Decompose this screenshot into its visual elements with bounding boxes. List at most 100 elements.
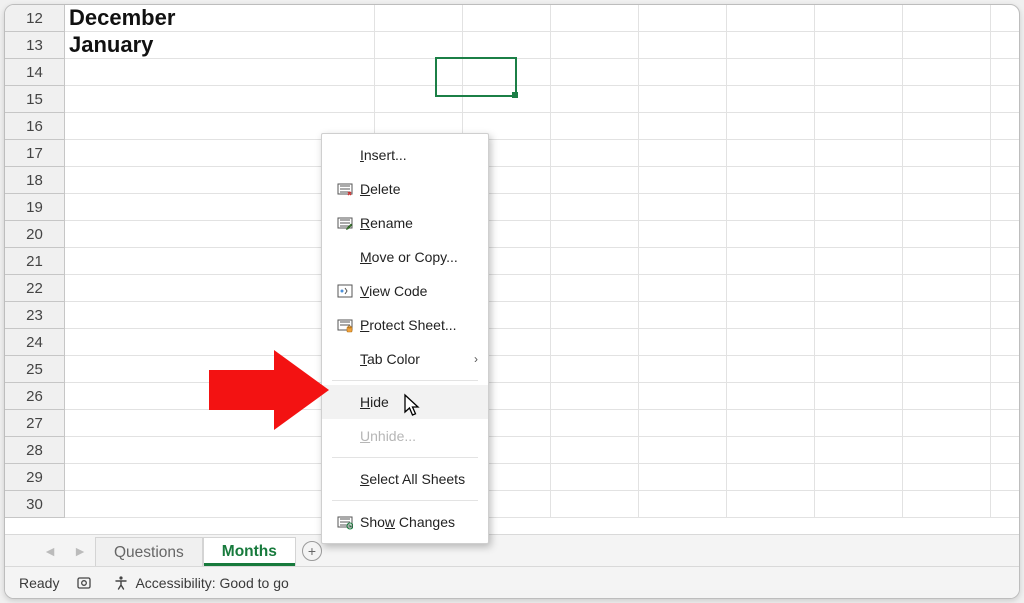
cell[interactable] [551, 221, 639, 247]
menu-tab-color[interactable]: Tab Color › [322, 342, 488, 376]
row-header[interactable]: 29 [5, 464, 65, 491]
cell[interactable] [815, 410, 903, 436]
row-header[interactable]: 18 [5, 167, 65, 194]
cell[interactable] [903, 221, 991, 247]
cell[interactable] [551, 383, 639, 409]
cell[interactable]: December [65, 5, 375, 31]
menu-protect-sheet[interactable]: Protect Sheet... [322, 308, 488, 342]
cell[interactable] [903, 59, 991, 85]
cell[interactable] [815, 437, 903, 463]
cell[interactable] [903, 383, 991, 409]
cell[interactable] [727, 275, 815, 301]
cell[interactable] [903, 32, 991, 58]
menu-select-all-sheets[interactable]: Select All Sheets [322, 462, 488, 496]
cell[interactable] [639, 410, 727, 436]
sheet-tab-months[interactable]: Months [203, 537, 296, 567]
cell[interactable] [639, 383, 727, 409]
cell[interactable] [375, 59, 463, 85]
cell[interactable] [903, 437, 991, 463]
cell[interactable] [815, 356, 903, 382]
cell[interactable] [639, 5, 727, 31]
cell[interactable] [727, 113, 815, 139]
cell[interactable] [639, 194, 727, 220]
menu-move-copy[interactable]: Move or Copy... [322, 240, 488, 274]
cell[interactable] [551, 275, 639, 301]
cell[interactable] [815, 140, 903, 166]
menu-rename[interactable]: Rename [322, 206, 488, 240]
cell[interactable] [639, 86, 727, 112]
cell[interactable] [551, 32, 639, 58]
cell[interactable] [727, 140, 815, 166]
menu-view-code[interactable]: View Code [322, 274, 488, 308]
cell[interactable] [551, 5, 639, 31]
row-header[interactable]: 21 [5, 248, 65, 275]
cell[interactable] [903, 356, 991, 382]
row-header[interactable]: 26 [5, 383, 65, 410]
row-header[interactable]: 22 [5, 275, 65, 302]
cell[interactable] [551, 464, 639, 490]
cell[interactable] [903, 275, 991, 301]
cell[interactable] [551, 86, 639, 112]
cell[interactable]: January [65, 32, 375, 58]
sheet-nav-prev[interactable]: ◄ [35, 535, 65, 566]
cell[interactable] [727, 491, 815, 517]
row-header[interactable]: 17 [5, 140, 65, 167]
cell[interactable] [65, 59, 375, 85]
cell[interactable] [551, 140, 639, 166]
cell[interactable] [639, 221, 727, 247]
cell[interactable] [551, 437, 639, 463]
cell[interactable] [727, 302, 815, 328]
cell[interactable] [463, 86, 551, 112]
cell[interactable] [727, 356, 815, 382]
row-header[interactable]: 25 [5, 356, 65, 383]
cell[interactable] [727, 167, 815, 193]
cell[interactable] [903, 491, 991, 517]
cell[interactable] [65, 86, 375, 112]
sheet-tab-questions[interactable]: Questions [95, 537, 203, 567]
menu-hide[interactable]: Hide [322, 385, 488, 419]
cell[interactable] [727, 32, 815, 58]
cell[interactable] [815, 464, 903, 490]
cell[interactable] [903, 329, 991, 355]
cell[interactable] [727, 221, 815, 247]
cell[interactable] [375, 5, 463, 31]
cell[interactable] [639, 32, 727, 58]
cell[interactable] [903, 410, 991, 436]
accessibility-icon[interactable]: Accessibility: Good to go [113, 575, 288, 591]
cell[interactable] [639, 275, 727, 301]
cells-area[interactable]: December January [65, 5, 1019, 534]
cell[interactable] [551, 194, 639, 220]
cell[interactable] [903, 86, 991, 112]
cell[interactable] [815, 248, 903, 274]
cell[interactable] [815, 329, 903, 355]
cell[interactable] [815, 59, 903, 85]
menu-insert[interactable]: Insert... [322, 138, 488, 172]
cell[interactable] [727, 59, 815, 85]
cell[interactable] [639, 113, 727, 139]
row-header[interactable]: 27 [5, 410, 65, 437]
cell[interactable] [639, 491, 727, 517]
cell[interactable] [375, 86, 463, 112]
cell[interactable] [639, 464, 727, 490]
cell[interactable] [815, 194, 903, 220]
cell[interactable] [727, 329, 815, 355]
cell[interactable] [903, 194, 991, 220]
cell[interactable] [815, 86, 903, 112]
row-header[interactable]: 14 [5, 59, 65, 86]
cell[interactable] [815, 113, 903, 139]
cell[interactable] [551, 410, 639, 436]
cell[interactable] [463, 32, 551, 58]
cell[interactable] [551, 113, 639, 139]
row-header[interactable]: 20 [5, 221, 65, 248]
sheet-nav-next[interactable]: ► [65, 535, 95, 566]
row-header[interactable]: 13 [5, 32, 65, 59]
cell[interactable] [551, 167, 639, 193]
cell[interactable] [903, 248, 991, 274]
cell[interactable] [727, 383, 815, 409]
macro-record-icon[interactable] [77, 575, 95, 591]
cell[interactable] [727, 86, 815, 112]
cell[interactable] [903, 464, 991, 490]
menu-delete[interactable]: Delete [322, 172, 488, 206]
cell[interactable] [639, 167, 727, 193]
cell[interactable] [815, 5, 903, 31]
